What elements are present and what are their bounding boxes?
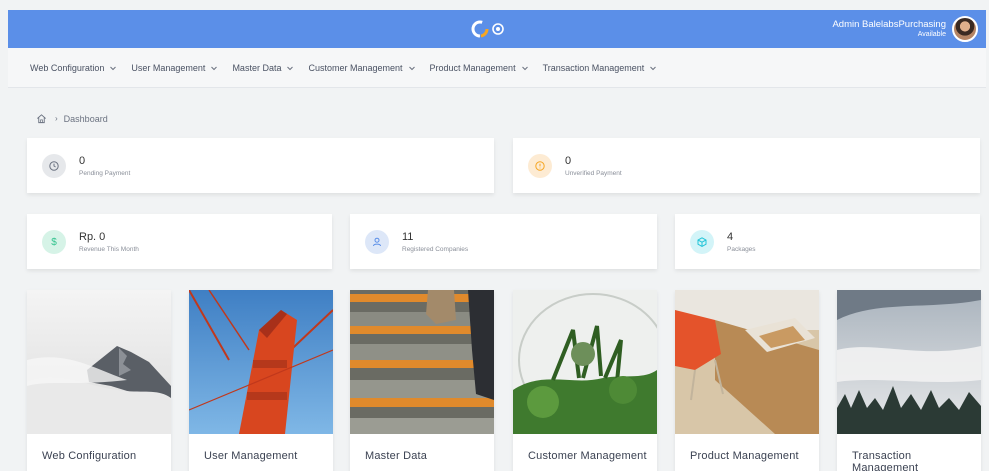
- chevron-down-icon: [287, 66, 294, 70]
- tile-transaction-management[interactable]: Transaction Management: [837, 290, 981, 471]
- chevron-down-icon: [211, 66, 218, 70]
- app-logo-icon[interactable]: [468, 18, 508, 40]
- stat-label: Registered Companies: [402, 246, 469, 253]
- tile-master-data[interactable]: Master Data: [350, 290, 494, 471]
- nav-product-management[interactable]: Product Management: [430, 63, 529, 73]
- avatar[interactable]: [952, 16, 978, 42]
- dollar-icon: $: [51, 236, 57, 248]
- misty-mountain-photo: [27, 290, 171, 434]
- package-icon: [697, 237, 707, 247]
- nav-label: User Management: [131, 62, 206, 73]
- nav-label: Web Configuration: [30, 62, 105, 73]
- stat-label: Revenue This Month: [79, 246, 139, 253]
- breadcrumb: › Dashboard: [36, 113, 108, 124]
- user-name: Admin BalelabsPurchasing: [832, 19, 946, 30]
- nav-web-configuration[interactable]: Web Configuration: [30, 63, 117, 73]
- stat-card-pending-payment[interactable]: 0 Pending Payment: [27, 138, 494, 193]
- stat-value: 0: [79, 155, 86, 167]
- stat-icon-wrap: [42, 154, 66, 178]
- stat-card-registered-companies[interactable]: 11 Registered Companies: [350, 214, 657, 269]
- tile-label: Product Management: [690, 450, 799, 462]
- chevron-down-icon: [110, 66, 117, 70]
- user-status: Available: [917, 31, 946, 38]
- nav-user-management[interactable]: User Management: [131, 63, 218, 73]
- stat-card-unverified-payment[interactable]: 0 Unverified Payment: [513, 138, 980, 193]
- stat-label: Unverified Payment: [565, 170, 622, 177]
- nav-master-data[interactable]: Master Data: [232, 63, 294, 73]
- chevron-down-icon: [521, 66, 528, 70]
- stairs-photo: [350, 290, 494, 434]
- red-bridge-photo: [189, 290, 333, 434]
- nav-label: Product Management: [429, 62, 516, 73]
- tile-label: Transaction Management: [852, 450, 919, 471]
- stat-value: 4: [727, 231, 734, 243]
- tile-customer-management[interactable]: Customer Management: [513, 290, 657, 471]
- stat-card-revenue[interactable]: $ Rp. 0 Revenue This Month: [27, 214, 332, 269]
- stat-label: Pending Payment: [79, 170, 131, 177]
- tile-label: Customer Management: [528, 450, 647, 462]
- breadcrumb-current: Dashboard: [63, 113, 108, 124]
- tile-user-management[interactable]: User Management: [189, 290, 333, 471]
- tile-web-configuration[interactable]: Web Configuration: [27, 290, 171, 471]
- foggy-forest-photo: [837, 290, 981, 434]
- stat-value: Rp. 0: [79, 231, 106, 243]
- stat-value: 0: [565, 155, 572, 167]
- stat-icon-wrap: $: [42, 230, 66, 254]
- main-nav: Web Configuration User Management Master…: [8, 48, 986, 88]
- tile-label: Master Data: [365, 450, 428, 462]
- user-icon: [373, 237, 381, 247]
- stat-icon-wrap: [365, 230, 389, 254]
- clock-icon: [49, 161, 59, 171]
- breadcrumb-separator: ›: [55, 114, 58, 123]
- nav-transaction-management[interactable]: Transaction Management: [543, 63, 658, 73]
- stat-icon-wrap: [690, 230, 714, 254]
- nav-customer-management[interactable]: Customer Management: [308, 63, 415, 73]
- tile-label: Web Configuration: [42, 450, 137, 462]
- home-icon[interactable]: [36, 113, 47, 124]
- user-info[interactable]: Admin BalelabsPurchasing Available: [832, 19, 946, 39]
- nav-label: Transaction Management: [542, 62, 645, 73]
- nav-label: Customer Management: [308, 62, 403, 73]
- chevron-down-icon: [408, 66, 415, 70]
- stat-card-packages[interactable]: 4 Packages: [675, 214, 980, 269]
- desk-chair-photo: [675, 290, 819, 434]
- top-bar: Admin BalelabsPurchasing Available: [8, 10, 986, 48]
- tile-product-management[interactable]: Product Management: [675, 290, 819, 471]
- stat-value: 11: [402, 231, 414, 243]
- stat-icon-wrap: [528, 154, 552, 178]
- chevron-down-icon: [650, 66, 657, 70]
- alert-circle-icon: [535, 161, 545, 171]
- terrarium-photo: [513, 290, 657, 434]
- nav-label: Master Data: [232, 62, 282, 73]
- tile-label: User Management: [204, 450, 298, 462]
- stat-label: Packages: [727, 246, 756, 253]
